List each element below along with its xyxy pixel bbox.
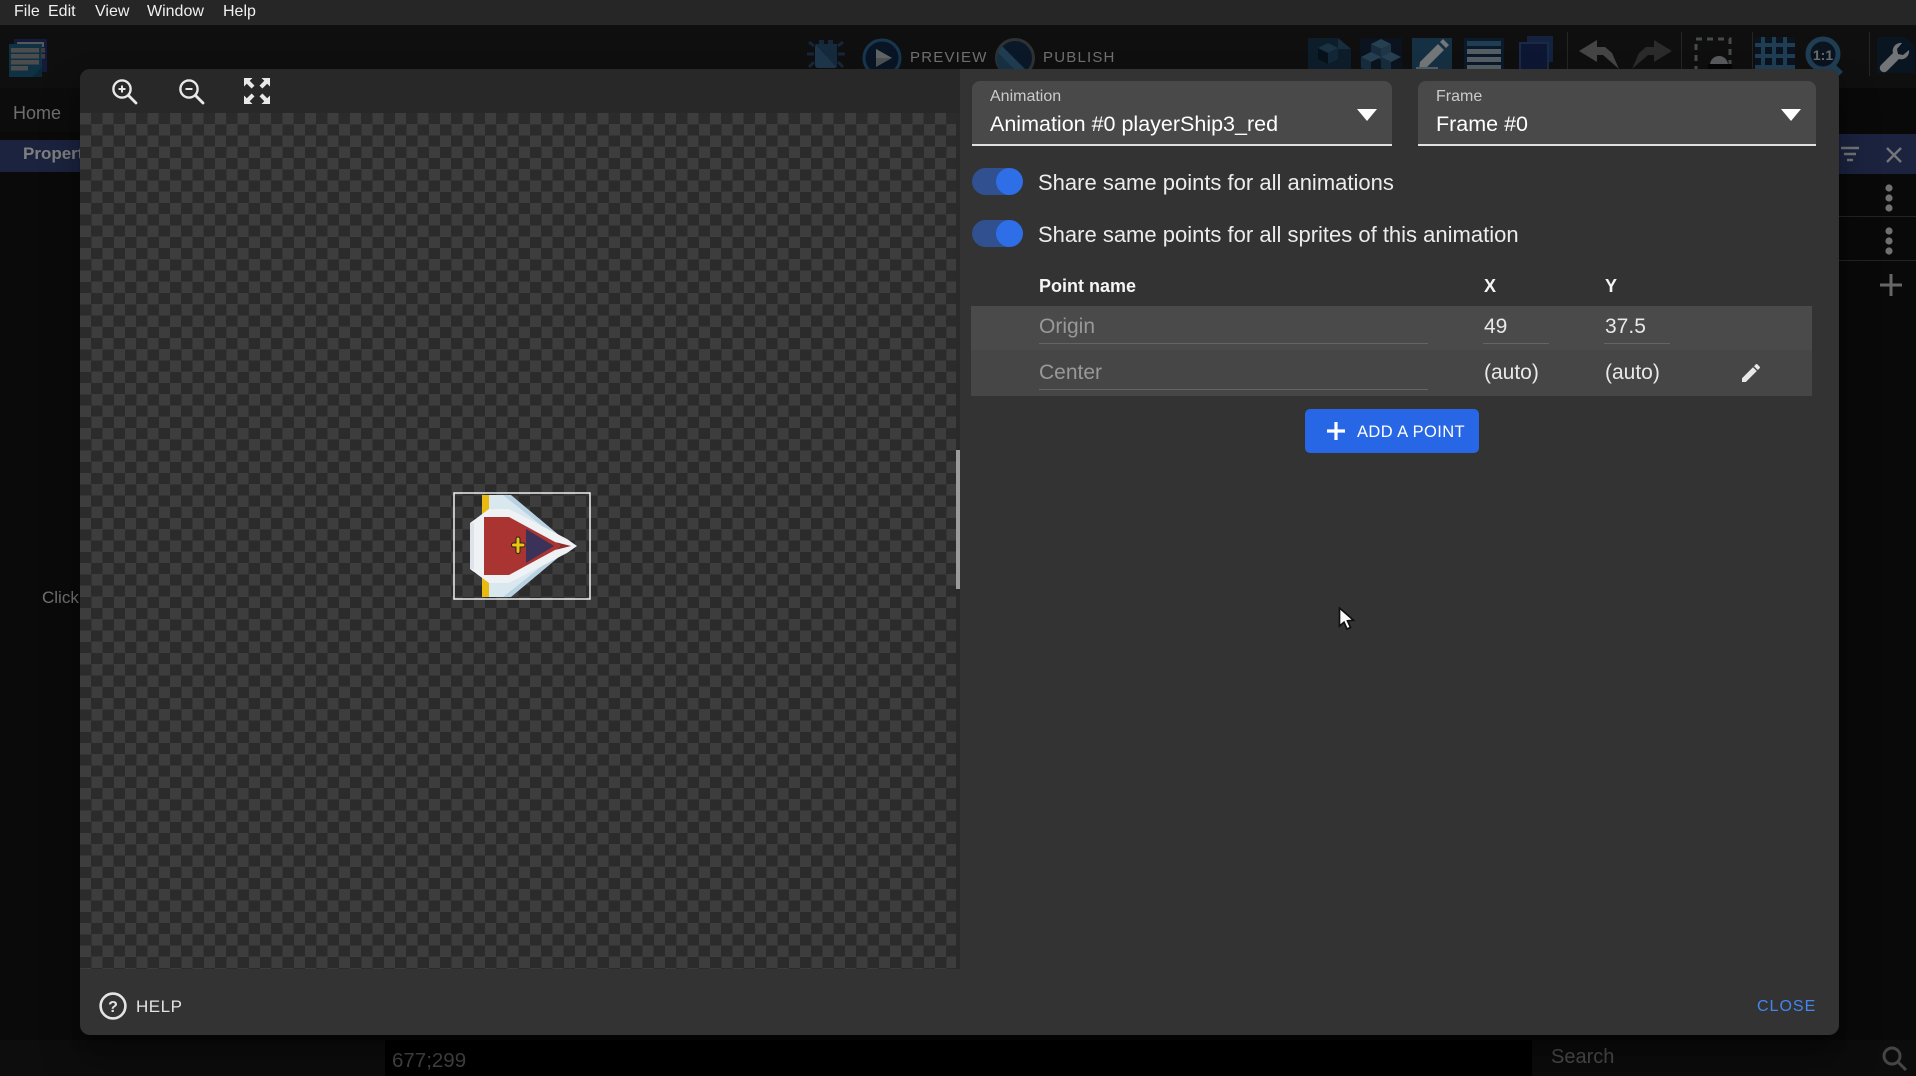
svg-text:?: ? xyxy=(108,999,118,1016)
